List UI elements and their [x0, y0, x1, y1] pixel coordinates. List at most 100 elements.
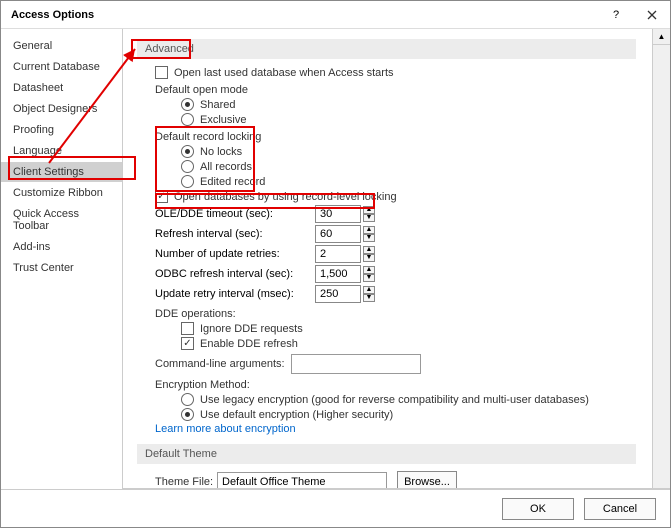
radio-default-enc[interactable]: [181, 408, 194, 421]
sidebar-item-add-ins[interactable]: Add-ins: [1, 237, 122, 257]
help-button[interactable]: ?: [602, 5, 630, 25]
input-refresh-interval[interactable]: [315, 225, 361, 243]
spin-down-icon[interactable]: ▼: [363, 274, 375, 282]
spin-down-icon[interactable]: ▼: [363, 294, 375, 302]
radio-no-locks[interactable]: [181, 145, 194, 158]
label-ole-dde: OLE/DDE timeout (sec):: [155, 208, 315, 220]
spinner-update-retry-interval[interactable]: ▲▼: [315, 285, 375, 303]
radio-shared-row[interactable]: Shared: [181, 97, 636, 112]
close-icon: [647, 10, 657, 20]
input-ole-dde[interactable]: [315, 205, 361, 223]
sidebar-item-trust-center[interactable]: Trust Center: [1, 258, 122, 278]
label-theme-file: Theme File:: [155, 476, 217, 488]
radio-exclusive-label: Exclusive: [200, 114, 246, 126]
radio-exclusive[interactable]: [181, 113, 194, 126]
checkbox-ignore-dde-label: Ignore DDE requests: [200, 323, 303, 335]
checkbox-enable-dde-refresh-row[interactable]: Enable DDE refresh: [181, 336, 636, 351]
input-update-retries[interactable]: [315, 245, 361, 263]
scroll-up-button[interactable]: ▲: [653, 29, 670, 45]
dialog-window: Access Options ? General Current Databas…: [0, 0, 671, 528]
checkbox-record-level-label: Open databases by using record-level loc…: [174, 191, 397, 203]
link-learn-more-encryption[interactable]: Learn more about encryption: [155, 423, 296, 435]
checkbox-ignore-dde[interactable]: [181, 322, 194, 335]
field-update-retry-interval: Update retry interval (msec): ▲▼: [155, 284, 636, 304]
spin-up-icon[interactable]: ▲: [363, 266, 375, 274]
field-cmd-line-args: Command-line arguments:: [155, 353, 636, 375]
group-dde-ops: DDE operations:: [155, 308, 636, 320]
radio-all-records[interactable]: [181, 160, 194, 173]
label-refresh-interval: Refresh interval (sec):: [155, 228, 315, 240]
dialog-footer: OK Cancel: [1, 489, 670, 527]
spinner-refresh-interval[interactable]: ▲▼: [315, 225, 375, 243]
sidebar-item-client-settings[interactable]: Client Settings: [1, 162, 122, 182]
cancel-button[interactable]: Cancel: [584, 498, 656, 520]
sidebar: General Current Database Datasheet Objec…: [1, 29, 123, 489]
sidebar-item-quick-access-toolbar[interactable]: Quick Access Toolbar: [1, 204, 122, 236]
ok-button[interactable]: OK: [502, 498, 574, 520]
field-refresh-interval: Refresh interval (sec): ▲▼: [155, 224, 636, 244]
input-update-retry-interval[interactable]: [315, 285, 361, 303]
vertical-scrollbar[interactable]: ▲: [652, 29, 670, 488]
radio-edited-record[interactable]: [181, 175, 194, 188]
label-update-retry-interval: Update retry interval (msec):: [155, 288, 315, 300]
sidebar-item-proofing[interactable]: Proofing: [1, 120, 122, 140]
spin-up-icon[interactable]: ▲: [363, 246, 375, 254]
radio-exclusive-row[interactable]: Exclusive: [181, 112, 636, 127]
input-theme-file[interactable]: [217, 472, 387, 488]
checkbox-record-level[interactable]: [155, 190, 168, 203]
radio-edited-record-row[interactable]: Edited record: [181, 174, 636, 189]
link-learn-more-row: Learn more about encryption: [137, 422, 636, 436]
radio-legacy-enc-label: Use legacy encryption (good for reverse …: [200, 394, 589, 406]
field-update-retries: Number of update retries: ▲▼: [155, 244, 636, 264]
spinner-odbc-refresh[interactable]: ▲▼: [315, 265, 375, 283]
spin-down-icon[interactable]: ▼: [363, 254, 375, 262]
label-update-retries: Number of update retries:: [155, 248, 315, 260]
checkbox-enable-dde-refresh-label: Enable DDE refresh: [200, 338, 298, 350]
spin-down-icon[interactable]: ▼: [363, 214, 375, 222]
spin-up-icon[interactable]: ▲: [363, 206, 375, 214]
spinner-ole-dde[interactable]: ▲▼: [315, 205, 375, 223]
spin-up-icon[interactable]: ▲: [363, 226, 375, 234]
titlebar: Access Options ?: [1, 1, 670, 29]
radio-legacy-enc[interactable]: [181, 393, 194, 406]
radio-shared[interactable]: [181, 98, 194, 111]
group-default-record-locking: Default record locking: [155, 131, 636, 143]
sidebar-item-datasheet[interactable]: Datasheet: [1, 78, 122, 98]
label-odbc-refresh: ODBC refresh interval (sec):: [155, 268, 315, 280]
group-default-open-mode: Default open mode: [155, 84, 636, 96]
checkbox-enable-dde-refresh[interactable]: [181, 337, 194, 350]
sidebar-item-customize-ribbon[interactable]: Customize Ribbon: [1, 183, 122, 203]
sidebar-item-object-designers[interactable]: Object Designers: [1, 99, 122, 119]
checkbox-open-last-row[interactable]: Open last used database when Access star…: [155, 65, 636, 80]
radio-default-enc-row[interactable]: Use default encryption (Higher security): [181, 407, 636, 422]
field-odbc-refresh: ODBC refresh interval (sec): ▲▼: [155, 264, 636, 284]
spin-down-icon[interactable]: ▼: [363, 234, 375, 242]
radio-no-locks-row[interactable]: No locks: [181, 144, 636, 159]
radio-all-records-label: All records: [200, 161, 252, 173]
sidebar-item-language[interactable]: Language: [1, 141, 122, 161]
radio-all-records-row[interactable]: All records: [181, 159, 636, 174]
checkbox-ignore-dde-row[interactable]: Ignore DDE requests: [181, 321, 636, 336]
group-encryption: Encryption Method:: [155, 379, 636, 391]
checkbox-open-last[interactable]: [155, 66, 168, 79]
field-theme-file: Theme File: Browse...: [155, 470, 636, 488]
checkbox-record-level-row[interactable]: Open databases by using record-level loc…: [155, 189, 636, 204]
radio-no-locks-label: No locks: [200, 146, 242, 158]
sidebar-item-general[interactable]: General: [1, 36, 122, 56]
label-cmd-line-args: Command-line arguments:: [155, 358, 291, 370]
spin-up-icon[interactable]: ▲: [363, 286, 375, 294]
close-button[interactable]: [638, 5, 666, 25]
chevron-up-icon: ▲: [658, 32, 666, 41]
radio-edited-record-label: Edited record: [200, 176, 265, 188]
spinner-update-retries[interactable]: ▲▼: [315, 245, 375, 263]
input-cmd-line-args[interactable]: [291, 354, 421, 374]
content-area: General Current Database Datasheet Objec…: [1, 29, 670, 489]
checkbox-open-last-label: Open last used database when Access star…: [174, 67, 394, 79]
radio-legacy-enc-row[interactable]: Use legacy encryption (good for reverse …: [181, 392, 636, 407]
sidebar-item-current-database[interactable]: Current Database: [1, 57, 122, 77]
input-odbc-refresh[interactable]: [315, 265, 361, 283]
dialog-title: Access Options: [11, 9, 94, 21]
section-advanced-header: Advanced: [137, 39, 636, 59]
browse-button[interactable]: Browse...: [397, 471, 457, 488]
section-default-theme-header: Default Theme: [137, 444, 636, 464]
